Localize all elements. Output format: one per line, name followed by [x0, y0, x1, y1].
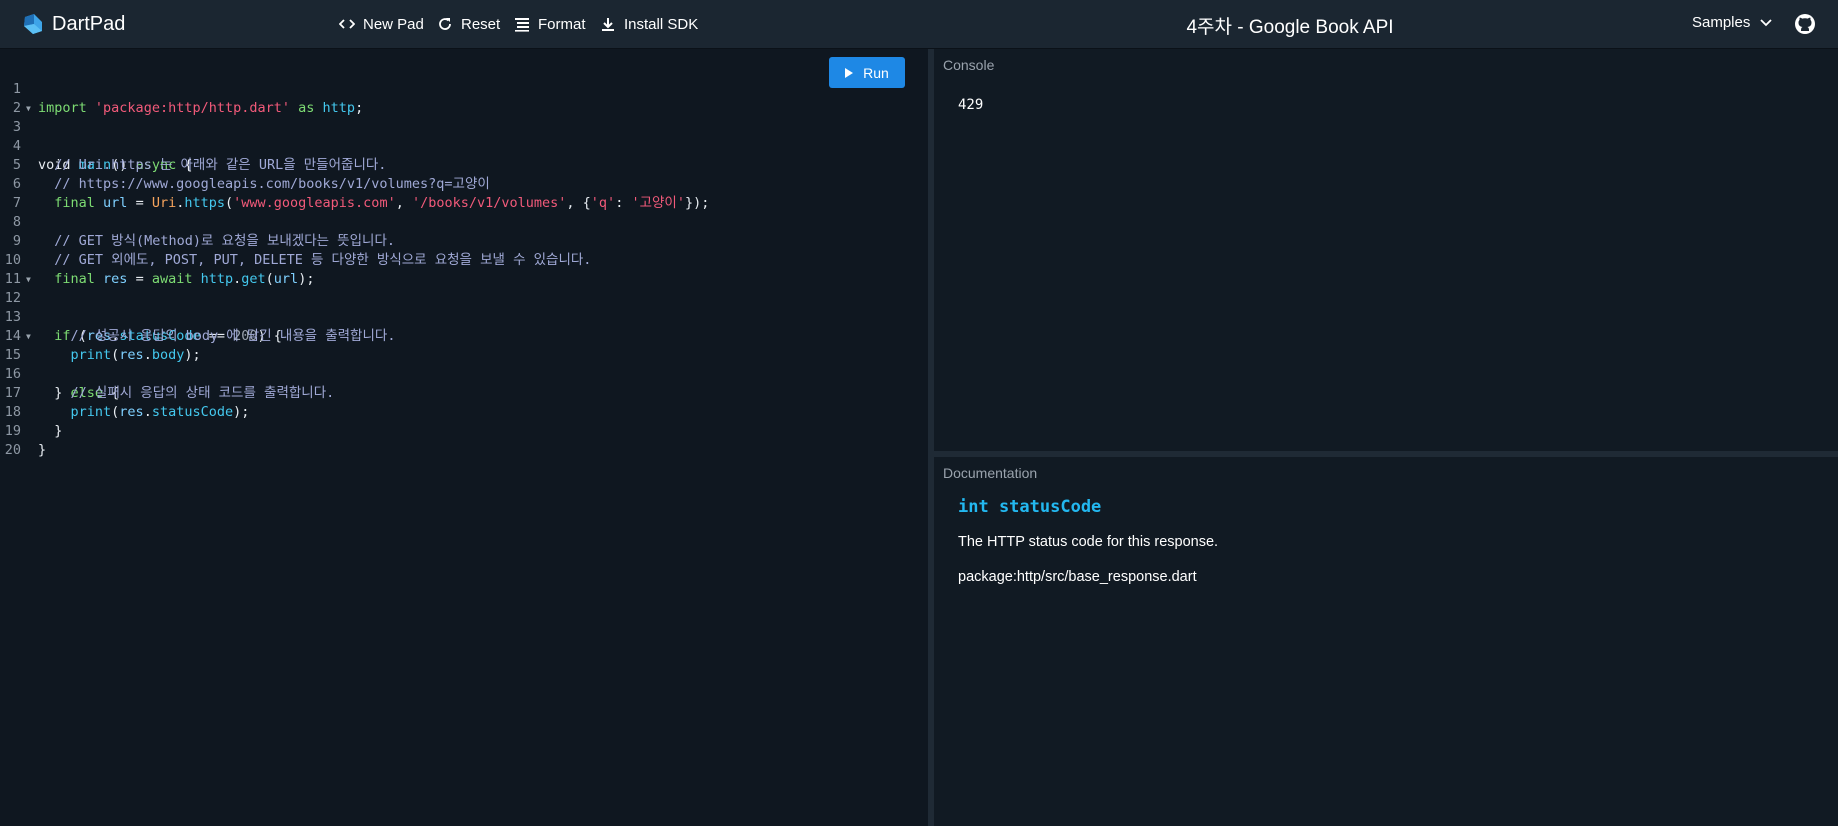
install-sdk-label: Install SDK [624, 15, 699, 33]
top-bar: DartPad New Pad Reset Format Install SDK… [0, 0, 1838, 49]
console-panel: Console 429 [934, 49, 1838, 451]
dart-logo-icon [24, 14, 42, 34]
line-number: 20 [4, 442, 21, 458]
fold-arrow-icon[interactable]: ▼ [26, 99, 31, 118]
code-line: 16 // 실패시 응답의 상태 코드를 출력합니다. [0, 346, 928, 401]
format-button[interactable]: Format [514, 13, 586, 35]
chevron-down-icon [1760, 18, 1772, 26]
doc-signature: int statusCode [958, 497, 1102, 517]
code-line: 6 final url = Uri.https('www.googleapis.… [0, 156, 928, 211]
code-line: 15 ▼ } else { [0, 327, 928, 401]
code-line: 3 ▼ void main() async { [0, 99, 928, 173]
run-button[interactable]: Run [829, 57, 905, 88]
code-line: 7 [0, 175, 928, 211]
fold-arrow-icon[interactable]: ▼ [26, 270, 31, 289]
play-icon [845, 67, 854, 78]
github-icon[interactable] [1794, 13, 1816, 35]
new-pad-label: New Pad [363, 15, 424, 33]
documentation-panel: Documentation int statusCode The HTTP st… [934, 457, 1838, 826]
code-line: 10 final res = await http.get(url); [0, 232, 928, 287]
app-name: DartPad [52, 12, 126, 35]
samples-label: Samples [1692, 14, 1751, 31]
fold-arrow-icon[interactable]: ▼ [26, 327, 31, 346]
download-icon [602, 18, 614, 31]
code-editor[interactable]: 1 import 'package:http/http.dart' as htt… [0, 49, 928, 826]
console-label: Console [943, 57, 995, 73]
pad-title: 4주차 - Google Book API [1186, 17, 1394, 38]
format-lines-icon [515, 18, 529, 32]
code-line: 19 } [0, 403, 928, 458]
dartpad-logo[interactable]: DartPad [20, 11, 125, 37]
code-line: 11 [0, 251, 928, 287]
doc-description: The HTTP status code for this response. [958, 534, 1219, 550]
format-label: Format [538, 15, 586, 33]
run-label: Run [863, 64, 889, 81]
code-brackets-icon [339, 19, 355, 29]
code-line: 1 import 'package:http/http.dart' as htt… [0, 61, 928, 116]
documentation-label: Documentation [943, 465, 1038, 481]
code-line: 14 print(res.body); [0, 308, 928, 363]
console-output: 429 [958, 97, 984, 113]
code-line: 13 // 성공시 응답의 body 에 담긴 내용을 출력합니다. [0, 289, 928, 344]
code-line: 20 [0, 422, 928, 458]
code-line: 12 ▼ if (res.statusCode == 200) { [0, 270, 928, 344]
new-pad-button[interactable]: New Pad [339, 13, 424, 35]
install-sdk-button[interactable]: Install SDK [600, 13, 698, 35]
code-line: 5 // https://www.googleapis.com/books/v1… [0, 137, 928, 192]
code-line: 4 // Uri.https 는 아래와 같은 URL을 만들어줍니다. [0, 118, 928, 173]
samples-dropdown[interactable]: Samples [1692, 14, 1772, 31]
doc-library: package:http/src/base_response.dart [958, 569, 1197, 585]
code-line: 8 // GET 방식(Method)로 요청을 보내겠다는 뜻입니다. [0, 194, 928, 249]
code-area[interactable]: 1 import 'package:http/http.dart' as htt… [0, 61, 928, 458]
code-line: 17 print(res.statusCode); [0, 365, 928, 420]
code-line: 18 } [0, 384, 928, 439]
code-line: 2 [0, 80, 928, 116]
code-line: 9 // GET 외에도, POST, PUT, DELETE 등 다양한 방식… [0, 213, 928, 268]
reset-button[interactable]: Reset [437, 13, 500, 35]
reset-label: Reset [461, 15, 501, 33]
refresh-icon [439, 18, 451, 30]
